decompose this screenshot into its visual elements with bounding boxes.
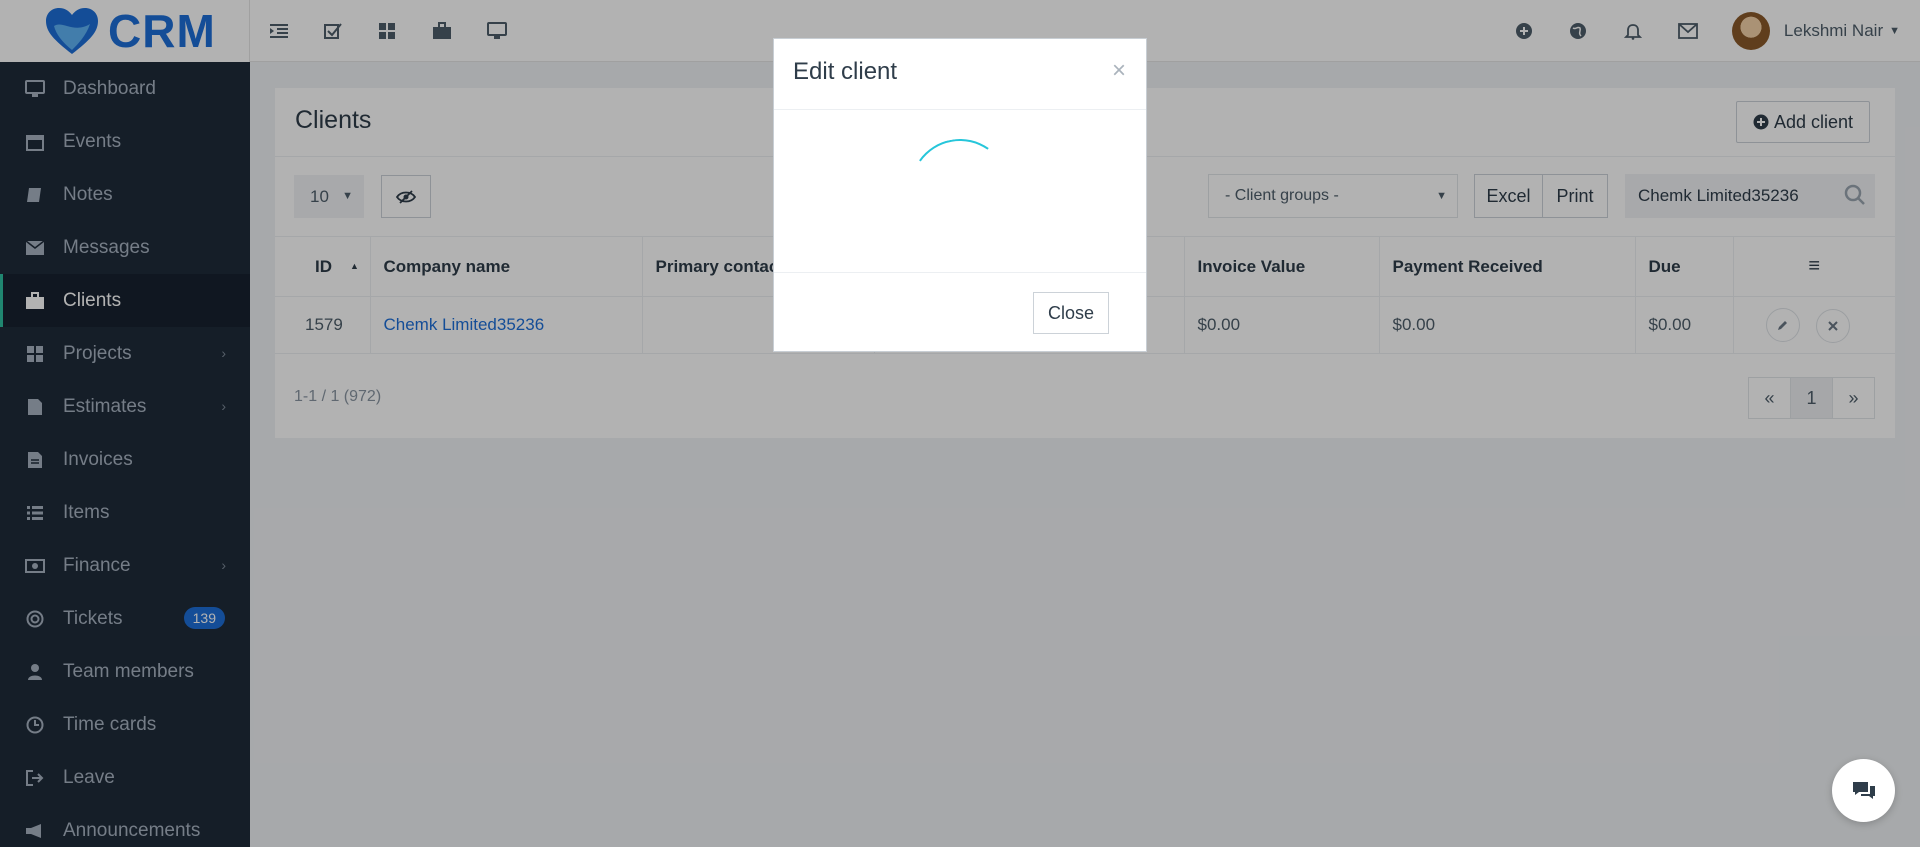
close-button[interactable]: Close: [1033, 292, 1109, 334]
loading-spinner-icon: [902, 131, 1018, 247]
chat-button[interactable]: [1832, 759, 1895, 822]
divider: [774, 109, 1146, 110]
edit-client-modal: Edit client × Close: [773, 38, 1147, 352]
close-icon[interactable]: ×: [1112, 57, 1126, 85]
modal-title: Edit client: [793, 58, 898, 85]
divider: [774, 272, 1146, 273]
comments-icon: [1851, 780, 1877, 802]
